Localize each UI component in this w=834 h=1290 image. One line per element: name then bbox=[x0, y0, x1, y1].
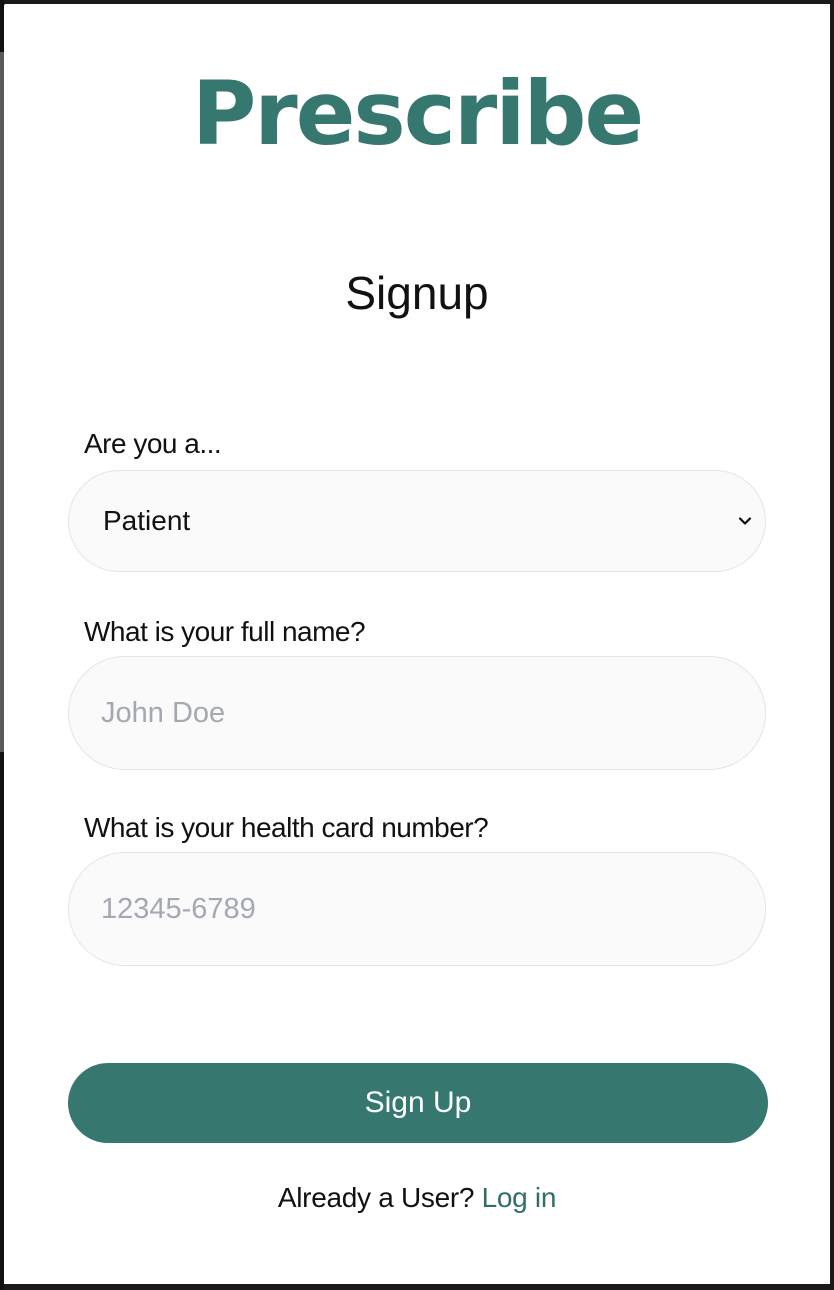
app-logo: Prescribe bbox=[191, 62, 644, 165]
health-card-label: What is your health card number? bbox=[84, 812, 489, 843]
login-prompt-text: Already a User? bbox=[277, 1182, 475, 1213]
health-card-input[interactable] bbox=[101, 853, 721, 965]
page-title: Signup bbox=[345, 267, 489, 319]
login-prompt: Already a User? Log in bbox=[4, 1184, 830, 1212]
role-label: Are you a... bbox=[84, 428, 222, 459]
role-select-value: Patient bbox=[103, 505, 191, 536]
role-select[interactable]: Patient bbox=[68, 470, 766, 572]
signup-card: Prescribe Signup Are you a... Patient Wh… bbox=[4, 4, 830, 1284]
login-link[interactable]: Log in bbox=[482, 1182, 557, 1213]
chevron-down-icon bbox=[738, 517, 752, 525]
full-name-field-container bbox=[68, 656, 766, 770]
full-name-label: What is your full name? bbox=[84, 616, 366, 647]
sign-up-button[interactable]: Sign Up bbox=[68, 1063, 768, 1143]
health-card-field-container bbox=[68, 852, 766, 966]
full-name-input[interactable] bbox=[101, 657, 721, 769]
